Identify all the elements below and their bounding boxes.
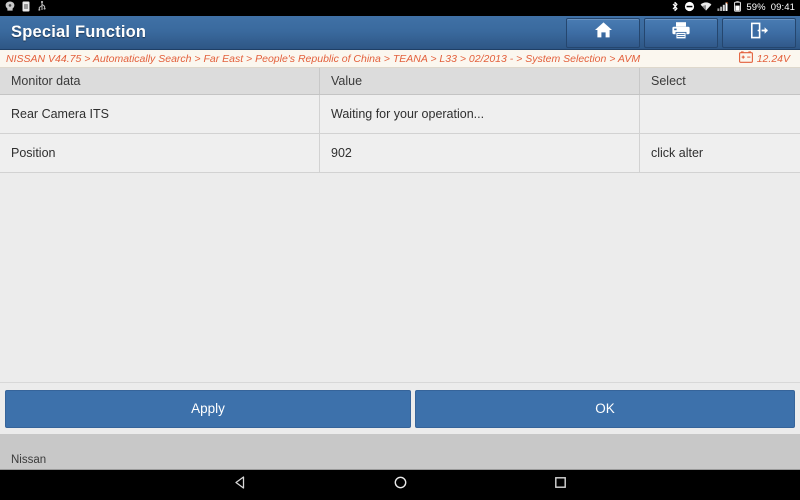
app-root: 59% 09:41 Special Function NISSAN V44.75…: [0, 0, 800, 500]
status-left-icons: [5, 0, 47, 17]
bluetooth-icon: [671, 0, 679, 17]
printer-icon: [671, 21, 691, 45]
android-status-bar: 59% 09:41: [0, 0, 800, 16]
circle-home-icon: [393, 475, 408, 495]
square-recents-icon: [553, 475, 568, 495]
monitor-data-table: Monitor data Value Select Rear Camera IT…: [0, 68, 800, 485]
car-battery-icon: [738, 50, 753, 68]
breadcrumb-path: NISSAN V44.75 > Automatically Search > F…: [6, 52, 641, 65]
column-header-select: Select: [651, 74, 686, 88]
print-button[interactable]: [644, 17, 718, 48]
cell-select[interactable]: [640, 95, 800, 133]
apply-button[interactable]: Apply: [5, 389, 411, 428]
sim-card-icon: [22, 0, 30, 17]
cell-value: Waiting for your operation...: [320, 95, 640, 133]
footer-label: Nissan: [11, 454, 47, 466]
battery-icon: [734, 0, 742, 17]
triangle-back-icon: [233, 475, 248, 495]
voltage-indicator: 12.24V: [738, 50, 794, 68]
clock-label: 09:41: [770, 2, 795, 13]
cell-monitor-data: Position: [0, 134, 320, 172]
table-row[interactable]: Rear Camera ITS Waiting for your operati…: [0, 95, 800, 134]
column-header-monitor-data: Monitor data: [0, 68, 320, 94]
cell-select[interactable]: click alter: [640, 134, 800, 172]
android-nav-bar: [0, 470, 800, 500]
usb-icon: [37, 0, 47, 17]
android-recents-button[interactable]: [553, 475, 568, 495]
status-right-icons: 59% 09:41: [671, 0, 795, 17]
cell-monitor-data: Rear Camera ITS: [0, 95, 320, 133]
table-header-row: Monitor data Value Select: [0, 68, 800, 95]
page-title: Special Function: [11, 23, 147, 41]
android-home-button[interactable]: [393, 475, 408, 495]
battery-percent-label: 59%: [746, 2, 766, 13]
toolbar-buttons: [566, 16, 800, 49]
voltage-label: 12.24V: [756, 52, 790, 65]
wifi-icon: [700, 0, 712, 17]
notification-icon: [5, 0, 15, 17]
ok-button[interactable]: OK: [415, 389, 795, 428]
table-row[interactable]: Position 902 click alter: [0, 134, 800, 173]
exit-icon: [749, 21, 769, 45]
exit-button[interactable]: [722, 17, 796, 48]
app-title-bar: Special Function: [0, 16, 800, 50]
home-icon: [594, 21, 613, 44]
breadcrumb: NISSAN V44.75 > Automatically Search > F…: [0, 50, 800, 68]
do-not-disturb-icon: [684, 0, 695, 17]
footer-bar: Nissan: [0, 434, 800, 470]
column-header-value: Value: [320, 68, 640, 94]
home-button[interactable]: [566, 17, 640, 48]
signal-icon: [717, 0, 729, 17]
action-button-bar: Apply OK: [0, 382, 800, 434]
cell-value: 902: [320, 134, 640, 172]
android-back-button[interactable]: [233, 475, 248, 495]
